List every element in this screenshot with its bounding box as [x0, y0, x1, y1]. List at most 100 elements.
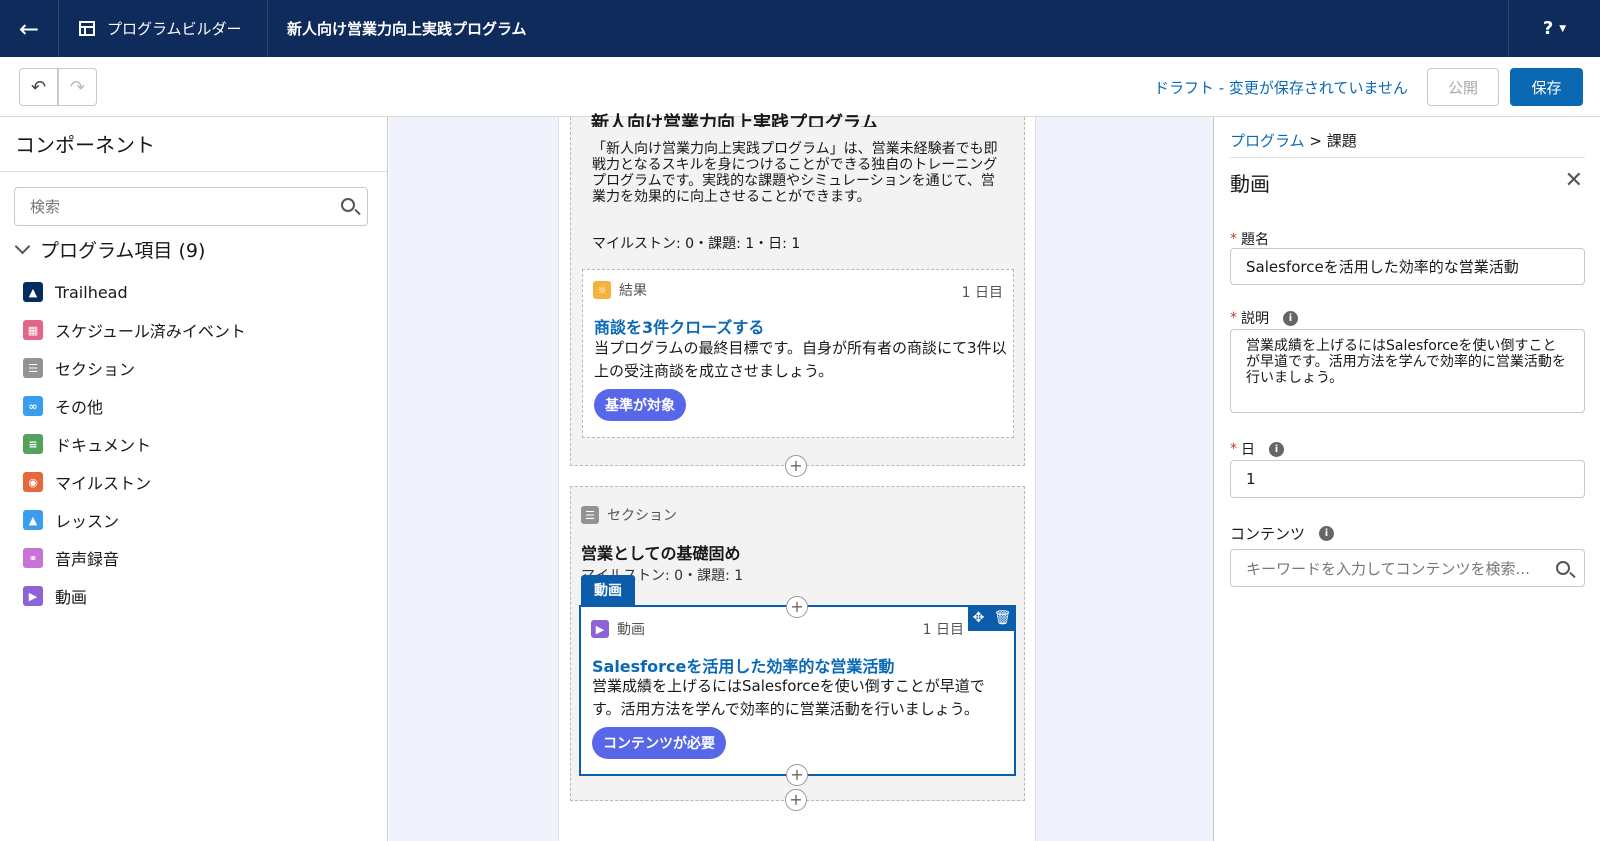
breadcrumb-current: 課題 [1326, 132, 1357, 150]
add-item-button[interactable]: + [786, 596, 808, 618]
info-icon[interactable]: i [1283, 310, 1298, 326]
status-badge: 基準が対象 [594, 389, 686, 421]
name-label: * 題名 [1230, 229, 1269, 249]
global-header: ← プログラムビルダー 新人向け営業力向上実践プログラム ? ▼ [0, 0, 1600, 57]
help-icon: ? [1542, 18, 1554, 39]
component-item-label: 動画 [55, 588, 88, 607]
info-icon[interactable]: i [1269, 441, 1284, 457]
add-item-button[interactable]: + [785, 455, 807, 477]
card-tools: ✥ 🗑 [968, 605, 1016, 631]
required-marker: * [1230, 441, 1237, 457]
draft-status: ドラフト - 変更が保存されていません [1153, 79, 1408, 97]
close-icon[interactable]: ✕ [1565, 168, 1583, 193]
breadcrumb: プログラム > 課題 [1230, 130, 1357, 151]
description-label: * 説明 i [1230, 308, 1298, 328]
program-intro-title: 新人向け営業力向上実践プログラム [591, 113, 879, 127]
task-card-outcome[interactable]: ☼ 結果 1 日目 商談を3件クローズする 当プログラムの最終目標です。自身が所… [582, 269, 1014, 438]
move-icon[interactable]: ✥ [973, 610, 985, 626]
program-items-group-toggle[interactable]: プログラム項目 (9) [14, 236, 206, 263]
document-icon: ≡ [23, 434, 43, 454]
component-item-label: ドキュメント [55, 436, 152, 455]
content-label-text: コンテンツ [1230, 525, 1306, 543]
chevron-down-icon [14, 238, 31, 255]
card-title[interactable]: 商談を3件クローズする [594, 314, 764, 338]
calendar-icon: ▦ [23, 320, 43, 340]
program-intro-section[interactable]: 新人向け営業力向上実践プログラム 「新人向け営業力向上実践プログラム」は、営業未… [570, 113, 1025, 466]
required-marker: * [1230, 231, 1237, 247]
chevron-down-icon: ▼ [1559, 23, 1567, 34]
headphones-icon: ⚭ [23, 548, 43, 568]
name-value: Salesforceを活用した効率的な営業活動 [1246, 258, 1519, 276]
component-item-audio[interactable]: ⚭ 音声録音 [23, 546, 119, 570]
info-icon[interactable]: i [1319, 526, 1335, 541]
breadcrumb-separator: > [1309, 132, 1322, 150]
section-foundation[interactable]: ☰ セクション 営業としての基礎固め マイルストン: 0・課題: 1 動画 ✥ … [570, 486, 1025, 801]
breadcrumb-program-link[interactable]: プログラム [1230, 132, 1305, 150]
undo-icon: ↶ [30, 76, 47, 98]
task-card-video-selected[interactable]: ✥ 🗑 ▶ 動画 1 日目 Salesforceを活用した効率的な営業活動 営業… [579, 605, 1016, 776]
component-item-label: Trailhead [55, 282, 128, 302]
arrow-left-icon: ← [18, 14, 40, 43]
program-intro-description: 「新人向け営業力向上実践プログラム」は、営業未経験者でも即戦力となるスキルを身に… [592, 141, 998, 205]
component-item-document[interactable]: ≡ ドキュメント [23, 432, 151, 456]
component-item-label: スケジュール済みイベント [55, 322, 246, 341]
section-icon: ☰ [23, 358, 43, 378]
card-type-label: 結果 [619, 283, 647, 299]
description-field[interactable]: 営業成績を上げるにはSalesforceを使い倒すことが早道です。活用方法を学ん… [1230, 329, 1585, 413]
lesson-icon: ▲ [23, 510, 43, 530]
link-icon: ∞ [23, 396, 43, 416]
redo-button[interactable]: ↷ [58, 68, 97, 106]
day-label: * 日 i [1230, 439, 1284, 459]
add-item-button[interactable]: + [785, 789, 807, 811]
card-day: 1 日目 [961, 285, 1003, 301]
trash-icon[interactable]: 🗑 [994, 610, 1012, 626]
section-type: ☰ セクション [581, 505, 677, 525]
content-search-placeholder: キーワードを入力してコンテンツを検索... [1246, 559, 1530, 578]
day-label-text: 日 [1241, 442, 1255, 458]
builder-label: プログラムビルダー [107, 20, 242, 38]
component-item-section[interactable]: ☰ セクション [23, 356, 135, 380]
component-search-input[interactable]: 検索 [14, 187, 368, 226]
status-badge: コンテンツが必要 [592, 727, 726, 759]
section-icon: ☰ [581, 506, 599, 524]
builder-canvas: 新人向け営業力向上実践プログラム 「新人向け営業力向上実践プログラム」は、営業未… [389, 113, 1213, 841]
component-item-trailhead[interactable]: ▲ Trailhead [23, 280, 128, 304]
search-icon [341, 198, 355, 212]
section-type-label: セクション [607, 508, 677, 524]
publish-button[interactable]: 公開 [1427, 68, 1499, 106]
card-type-label: 動画 [617, 622, 645, 638]
program-stats: マイルストン: 0・課題: 1・日: 1 [592, 236, 801, 252]
help-menu-button[interactable]: ? ▼ [1508, 0, 1600, 57]
card-title[interactable]: Salesforceを活用した効率的な営業活動 [592, 653, 894, 677]
description-value: 営業成績を上げるにはSalesforceを使い倒すことが早道です。活用方法を学ん… [1246, 338, 1566, 386]
component-item-milestone[interactable]: ◉ マイルストン [23, 470, 151, 494]
content-label: コンテンツ i [1230, 523, 1335, 544]
card-type: ☼ 結果 [593, 280, 647, 300]
content-search-input[interactable]: キーワードを入力してコンテンツを検索... [1230, 549, 1585, 587]
component-item-label: その他 [55, 398, 104, 417]
component-item-label: マイルストン [55, 474, 152, 493]
required-marker: * [1230, 310, 1237, 326]
search-icon [1556, 561, 1570, 575]
card-description: 営業成績を上げるにはSalesforceを使い倒すことが早道です。活用方法を学ん… [592, 677, 985, 718]
save-button[interactable]: 保存 [1510, 68, 1583, 106]
description-label-text: 説明 [1241, 311, 1269, 327]
section-title: 営業としての基礎固め [581, 544, 741, 563]
component-item-label: 音声録音 [55, 550, 120, 569]
component-item-scheduled-event[interactable]: ▦ スケジュール済みイベント [23, 318, 246, 342]
milestone-icon: ◉ [23, 472, 43, 492]
add-item-button[interactable]: + [786, 764, 808, 786]
trailhead-icon: ▲ [23, 282, 43, 302]
name-field[interactable]: Salesforceを活用した効率的な営業活動 [1230, 248, 1585, 285]
components-panel: コンポーネント 検索 プログラム項目 (9) ▲ Trailhead ▦ スケジ… [0, 117, 388, 841]
day-field[interactable]: 1 [1230, 460, 1585, 498]
component-item-other[interactable]: ∞ その他 [23, 394, 103, 418]
back-button[interactable]: ← [0, 0, 59, 57]
group-label: プログラム項目 (9) [40, 240, 206, 262]
name-label-text: 題名 [1241, 232, 1269, 248]
program-builder-tab[interactable]: プログラムビルダー [59, 0, 268, 57]
component-item-lesson[interactable]: ▲ レッスン [23, 508, 119, 532]
selected-item-tab: 動画 [581, 575, 635, 605]
component-item-video[interactable]: ▶ 動画 [23, 584, 87, 608]
undo-button[interactable]: ↶ [19, 68, 58, 106]
